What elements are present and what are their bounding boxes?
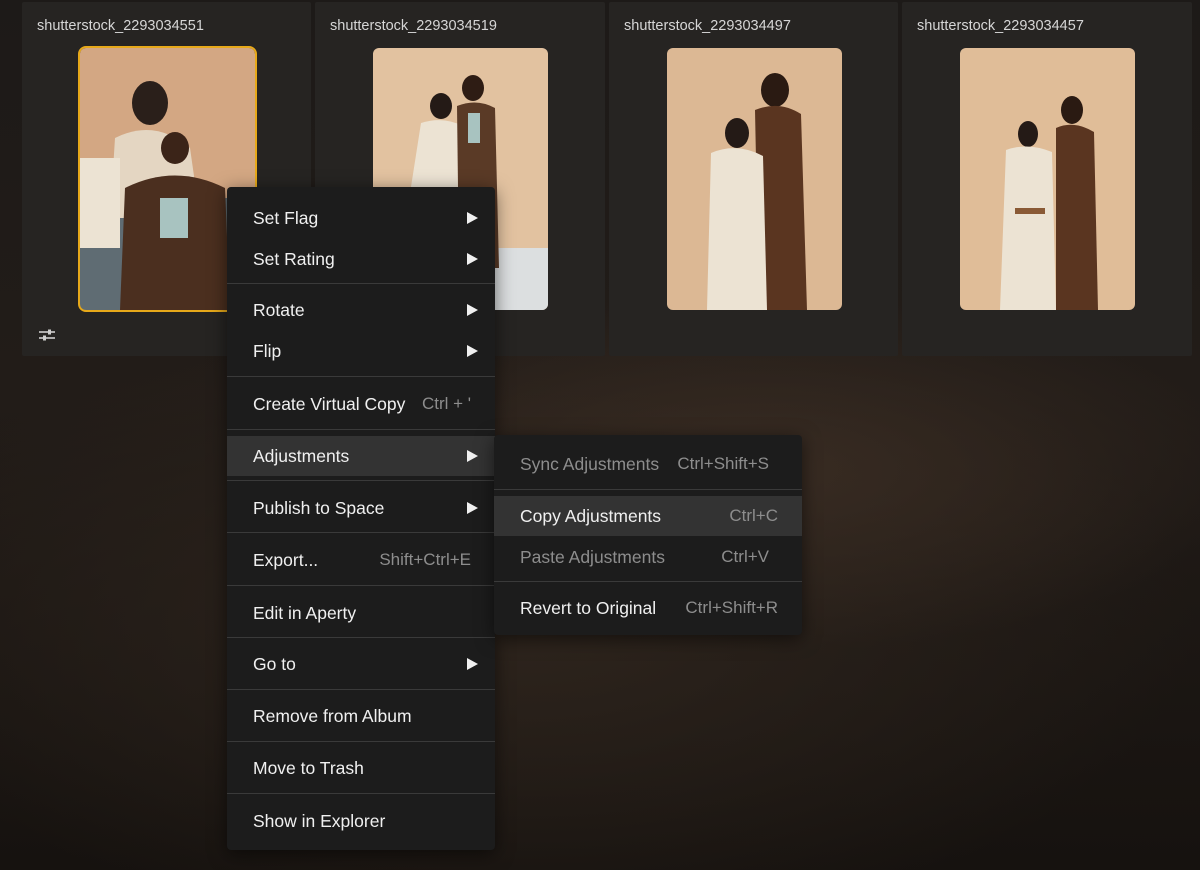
adjustments-badge-icon — [38, 328, 56, 342]
menu-item-label: Move to Trash — [253, 757, 364, 778]
photo-filename: shutterstock_2293034551 — [37, 18, 204, 34]
menu-item-rotate[interactable]: Rotate — [227, 290, 495, 330]
submenu-arrow-icon — [467, 345, 478, 357]
submenu-item-revert-to-original[interactable]: Revert to Original Ctrl+Shift+R — [494, 588, 802, 628]
submenu-item-shortcut: Ctrl+Shift+R — [685, 598, 778, 617]
menu-separator — [227, 480, 495, 481]
menu-separator — [227, 637, 495, 638]
menu-item-create-virtual-copy[interactable]: Create Virtual Copy Ctrl + ' — [227, 384, 495, 424]
submenu-arrow-icon — [467, 502, 478, 514]
menu-item-flip[interactable]: Flip — [227, 331, 495, 371]
photo-thumbnail[interactable] — [667, 48, 842, 310]
submenu-item-shortcut: Ctrl+C — [729, 506, 778, 525]
menu-separator — [227, 689, 495, 690]
adjustments-submenu: Sync Adjustments Ctrl+Shift+S Copy Adjus… — [494, 435, 802, 635]
submenu-arrow-icon — [467, 658, 478, 670]
menu-item-label: Go to — [253, 653, 296, 674]
submenu-item-shortcut: Ctrl+V — [721, 547, 769, 566]
submenu-item-copy-adjustments[interactable]: Copy Adjustments Ctrl+C — [494, 496, 802, 536]
menu-item-shortcut: Ctrl + ' — [421, 394, 471, 413]
submenu-arrow-icon — [467, 212, 478, 224]
menu-item-export[interactable]: Export... Shift+Ctrl+E — [227, 540, 495, 580]
menu-item-shortcut: Shift+Ctrl+E — [379, 550, 471, 569]
photo-tile-4[interactable]: shutterstock_2293034457 — [902, 2, 1192, 356]
photo-filename: shutterstock_2293034457 — [917, 18, 1084, 34]
menu-item-move-to-trash[interactable]: Move to Trash — [227, 748, 495, 788]
submenu-arrow-icon — [467, 304, 478, 316]
menu-item-label: Set Flag — [253, 207, 319, 228]
menu-separator — [227, 429, 495, 430]
menu-item-show-in-explorer[interactable]: Show in Explorer — [227, 801, 495, 841]
menu-item-remove-from-album[interactable]: Remove from Album — [227, 696, 495, 736]
menu-item-edit-in-aperty[interactable]: Edit in Aperty — [227, 593, 495, 633]
menu-item-label: Remove from Album — [253, 705, 412, 726]
menu-item-label: Create Virtual Copy — [253, 393, 406, 414]
menu-item-label: Flip — [253, 340, 282, 361]
photo-filename: shutterstock_2293034497 — [624, 18, 791, 34]
menu-separator — [227, 585, 495, 586]
submenu-item-paste-adjustments[interactable]: Paste Adjustments Ctrl+V — [494, 537, 802, 577]
submenu-item-label: Copy Adjustments — [520, 505, 662, 526]
menu-separator — [494, 581, 802, 582]
menu-separator — [227, 376, 495, 377]
menu-separator — [227, 793, 495, 794]
menu-item-label: Adjustments — [253, 445, 350, 466]
menu-separator — [494, 489, 802, 490]
photo-thumbnail[interactable] — [960, 48, 1135, 310]
submenu-item-label: Revert to Original — [520, 597, 657, 618]
menu-item-set-flag[interactable]: Set Flag — [227, 198, 495, 238]
menu-item-label: Publish to Space — [253, 497, 385, 518]
menu-separator — [227, 741, 495, 742]
menu-separator — [227, 532, 495, 533]
photo-filename: shutterstock_2293034519 — [330, 18, 497, 34]
menu-item-label: Show in Explorer — [253, 810, 386, 831]
context-menu: Set Flag Set Rating Rotate Flip Create V… — [227, 187, 495, 850]
menu-item-adjustments[interactable]: Adjustments — [227, 436, 495, 476]
submenu-arrow-icon — [467, 450, 478, 462]
submenu-item-sync-adjustments[interactable]: Sync Adjustments Ctrl+Shift+S — [494, 444, 802, 484]
menu-item-set-rating[interactable]: Set Rating — [227, 239, 495, 279]
submenu-item-label: Paste Adjustments — [520, 546, 665, 567]
menu-separator — [227, 283, 495, 284]
menu-item-label: Set Rating — [253, 248, 335, 269]
menu-item-publish-to-space[interactable]: Publish to Space — [227, 488, 495, 528]
menu-item-label: Export... — [253, 549, 319, 570]
submenu-item-shortcut: Ctrl+Shift+S — [677, 454, 769, 473]
submenu-arrow-icon — [467, 253, 478, 265]
menu-item-label: Edit in Aperty — [253, 602, 357, 623]
submenu-item-label: Sync Adjustments — [520, 453, 660, 474]
photo-tile-3[interactable]: shutterstock_2293034497 — [609, 2, 898, 356]
menu-item-label: Rotate — [253, 299, 305, 320]
menu-item-go-to[interactable]: Go to — [227, 644, 495, 684]
